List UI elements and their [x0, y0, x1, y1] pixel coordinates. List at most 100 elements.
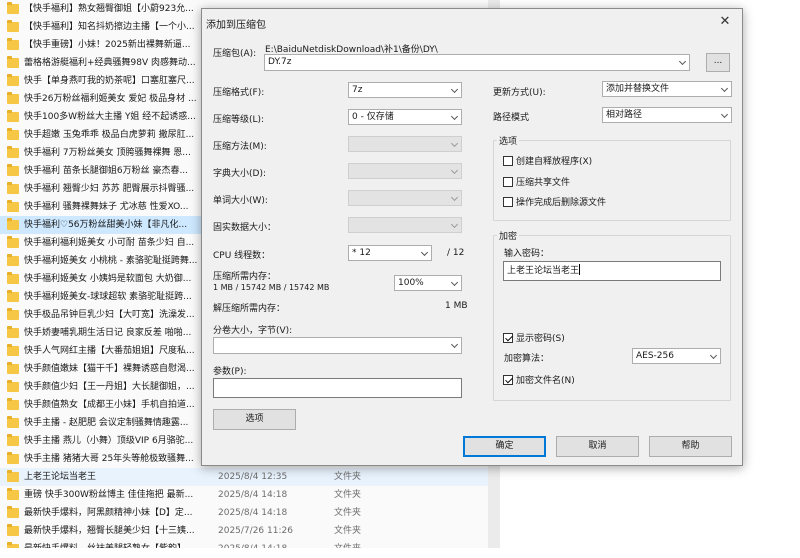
folder-icon: [7, 362, 19, 374]
file-date: 2025/8/4 14:18: [218, 490, 288, 500]
folder-icon: [7, 344, 19, 356]
sfx-checkbox[interactable]: 创建自释放程序(X): [503, 154, 592, 167]
threads-value: * 12: [352, 248, 371, 258]
ok-button[interactable]: 确定: [463, 436, 546, 457]
delete-label: 操作完成后删除源文件: [516, 198, 607, 208]
options-button[interactable]: 选项: [213, 409, 296, 430]
file-name: 最新快手爆料，阿黑颜精神小妹【D】定...: [24, 508, 193, 518]
folder-icon: [7, 506, 19, 518]
file-name: 快手主播 - 赵肥肥 会议定制骚舞情趣露...: [24, 418, 189, 428]
options-group-title: 选项: [497, 134, 520, 147]
folder-icon: [7, 416, 19, 428]
shared-checkbox[interactable]: 压缩共享文件: [503, 175, 570, 188]
file-type: 文件夹: [334, 490, 362, 500]
file-name: 蕾格格游艇福利+经典骚舞98V 肉感舞动...: [24, 58, 196, 68]
chevron-down-icon: [450, 220, 459, 229]
close-icon[interactable]: ✕: [716, 13, 734, 31]
enc-method-value: AES-256: [636, 351, 674, 361]
folder-icon: [7, 488, 19, 500]
folder-icon: [7, 452, 19, 464]
method-combo: [348, 136, 462, 152]
folder-icon: [7, 542, 19, 548]
format-value: 7z: [352, 85, 363, 95]
file-type: 文件夹: [334, 508, 362, 518]
folder-icon: [7, 272, 19, 284]
folder-icon: [7, 434, 19, 446]
file-name: 上老王论坛当老王: [24, 472, 97, 482]
list-item[interactable]: 重磅 快手300W粉丝博主 佳佳拖把 最新... 2025/8/4 14:18 文件…: [0, 486, 488, 504]
dict-label: 字典大小(D):: [213, 169, 266, 179]
browse-button[interactable]: ...: [706, 53, 730, 72]
checkbox-box: [503, 177, 513, 187]
chevron-down-icon: [450, 193, 459, 202]
checkbox-box: [503, 197, 513, 207]
enc-method-label: 加密算法：: [504, 354, 550, 364]
file-name: 快手娇妻哺乳期生活日记 良家反差 啪啪...: [24, 328, 192, 338]
file-name: 【快手福利】熟女翘臀御姐【小蔚923允...: [24, 4, 194, 14]
file-name: 快手颜值少妇【王一丹姐】大长腿御姐，...: [24, 382, 195, 392]
file-name: 【快手福利】知名抖奶擦边主播【一个小...: [24, 22, 195, 32]
file-name: 最新快手爆料，丝袜美腿轻熟女【紫韵】...: [24, 540, 210, 548]
file-type: 文件夹: [334, 526, 362, 536]
format-combo[interactable]: 7z: [348, 82, 462, 98]
path-mode-value: 相对路径: [606, 110, 643, 120]
file-date: 2025/7/26 11:26: [218, 526, 293, 536]
folder-icon: [7, 524, 19, 536]
cancel-button[interactable]: 取消: [556, 436, 639, 457]
folder-icon: [7, 308, 19, 320]
mem-percent-combo[interactable]: 100%: [394, 275, 462, 291]
chevron-down-icon: [678, 57, 687, 66]
file-date: 2025/8/4 14:18: [218, 508, 288, 518]
file-name: 快手颜值熟女【成都王小妹】手机自拍道...: [24, 400, 195, 410]
encrypt-names-label: 加密文件名(N): [516, 376, 575, 386]
list-item[interactable]: 上老王论坛当老王 2025/8/4 12:35 文件夹: [0, 468, 488, 486]
delete-checkbox[interactable]: 操作完成后删除源文件: [503, 195, 606, 208]
solid-label: 固实数据大小：: [213, 223, 277, 233]
folder-icon: [7, 2, 19, 14]
chevron-down-icon: [709, 351, 718, 360]
folder-icon: [7, 290, 19, 302]
password-input[interactable]: 上老王论坛当老王: [503, 261, 721, 281]
folder-icon: [7, 92, 19, 104]
file-name: 快手人气网红主播【大番茄姐姐】尺度私...: [24, 346, 195, 356]
level-value: 0 - 仅存储: [352, 112, 394, 122]
folder-icon: [7, 236, 19, 248]
word-label: 单词大小(W):: [213, 196, 268, 206]
file-name: 快手福利 骚舞裸舞妹子 尤冰慈 性爱XO...: [24, 202, 189, 212]
folder-icon: [7, 326, 19, 338]
update-combo[interactable]: 添加并替换文件: [602, 81, 732, 97]
add-to-archive-dialog: 添加到压缩包 ✕ 压缩包(A): E:\BaiduNetdiskDownload…: [201, 8, 743, 466]
folder-icon: [7, 146, 19, 158]
threads-combo[interactable]: * 12: [348, 245, 432, 261]
format-label: 压缩格式(F):: [213, 88, 265, 98]
level-label: 压缩等级(L):: [213, 115, 265, 125]
help-button[interactable]: 帮助: [649, 436, 732, 457]
folder-icon: [7, 110, 19, 122]
list-item[interactable]: 最新快手爆料，翘臀长腿美少妇【十三姨... 2025/7/26 11:26 文件夹: [0, 522, 488, 540]
show-password-checkbox[interactable]: 显示密码(S): [503, 331, 565, 344]
file-name: 快手福利 翘臀少妇 苏苏 肥臀展示抖臀骚...: [24, 184, 195, 194]
word-combo: [348, 190, 462, 206]
encrypt-names-checkbox[interactable]: 加密文件名(N): [503, 373, 575, 386]
archive-name-value: DY.7z: [268, 57, 292, 67]
enc-method-combo[interactable]: AES-256: [632, 348, 721, 364]
mem-comp-detail: 1 MB / 15742 MB / 15742 MB: [213, 283, 330, 292]
params-input[interactable]: [213, 378, 462, 398]
split-combo[interactable]: [213, 337, 462, 354]
path-mode-combo[interactable]: 相对路径: [602, 107, 732, 123]
list-item[interactable]: 最新快手爆料，阿黑颜精神小妹【D】定... 2025/8/4 14:18 文件夹: [0, 504, 488, 522]
threads-max: / 12: [447, 248, 465, 258]
chevron-down-icon: [450, 166, 459, 175]
checkbox-checked-icon: [503, 375, 513, 385]
chevron-down-icon: [720, 110, 729, 119]
archive-name-combo[interactable]: DY.7z: [264, 54, 690, 71]
chevron-down-icon: [450, 112, 459, 121]
chevron-down-icon: [450, 85, 459, 94]
chevron-down-icon: [450, 340, 459, 349]
level-combo[interactable]: 0 - 仅存储: [348, 109, 462, 125]
list-item[interactable]: 最新快手爆料，丝袜美腿轻熟女【紫韵】... 2025/8/4 14:18 文件夹: [0, 540, 488, 548]
encrypt-group-title: 加密: [497, 229, 520, 242]
text-caret: [579, 264, 581, 275]
mem-decomp-value: 1 MB: [445, 301, 468, 311]
show-password-label: 显示密码(S): [516, 334, 565, 344]
